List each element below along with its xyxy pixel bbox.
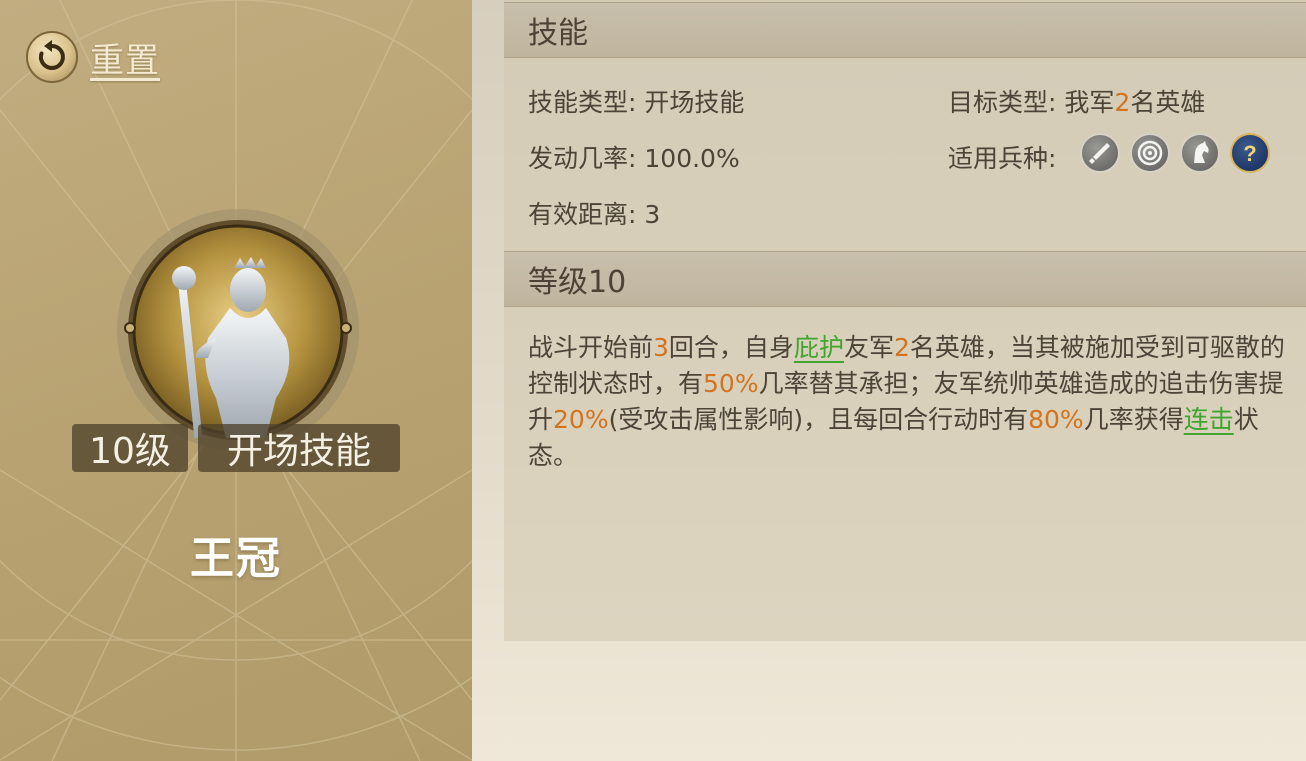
skill-card-panel: 重置 10级 开场技能 王冠 (0, 0, 472, 761)
effective-range-label: 有效距离: (528, 200, 637, 229)
skill-type-value: 开场技能 (644, 88, 745, 117)
unknown-question-icon[interactable]: ? (1230, 133, 1270, 173)
level-section-title: 等级10 (528, 265, 627, 300)
skill-level-tag: 10级 (72, 424, 188, 472)
skill-name: 王冠 (190, 533, 282, 584)
target-type-value: 我军2名英雄 (1064, 88, 1206, 117)
skill-portrait (116, 208, 360, 452)
trigger-rate-value: 100.0% (644, 144, 740, 173)
combo-status-link[interactable]: 连击 (1184, 405, 1234, 434)
skill-section-header: 技能 (504, 2, 1306, 58)
cavalry-horse-icon[interactable] (1180, 133, 1220, 173)
troop-types-label: 适用兵种: (948, 144, 1057, 173)
archer-target-icon[interactable] (1130, 133, 1170, 173)
troop-types-info: 适用兵种: (948, 139, 1056, 175)
reset-arrow-icon (26, 31, 78, 83)
target-type-info: 目标类型: 我军2名英雄 (948, 83, 1205, 119)
trigger-rate-info: 发动几率: 100.0% (528, 139, 740, 175)
reset-label: 重置 (90, 40, 160, 81)
target-type-label: 目标类型: (948, 88, 1057, 117)
skill-description: 战斗开始前3回合，自身庇护友军2名英雄，当其被施加受到可驱散的控制状态时，有50… (528, 333, 1285, 470)
level-section-header: 等级10 (504, 251, 1306, 307)
effective-range-info: 有效距离: 3 (528, 195, 660, 231)
shelter-status-link[interactable]: 庇护 (794, 333, 844, 362)
trigger-rate-label: 发动几率: (528, 144, 637, 173)
sword-infantry-icon[interactable] (1080, 133, 1120, 173)
skill-type-label: 技能类型: (528, 88, 637, 117)
skill-type-tag: 开场技能 (198, 424, 400, 472)
skill-section-title: 技能 (528, 16, 588, 51)
svg-text:?: ? (1243, 141, 1256, 166)
troop-icons: ? (1080, 133, 1270, 173)
effective-range-value: 3 (644, 200, 661, 229)
reset-button[interactable]: 重置 (26, 30, 160, 84)
skill-type-info: 技能类型: 开场技能 (528, 83, 744, 119)
